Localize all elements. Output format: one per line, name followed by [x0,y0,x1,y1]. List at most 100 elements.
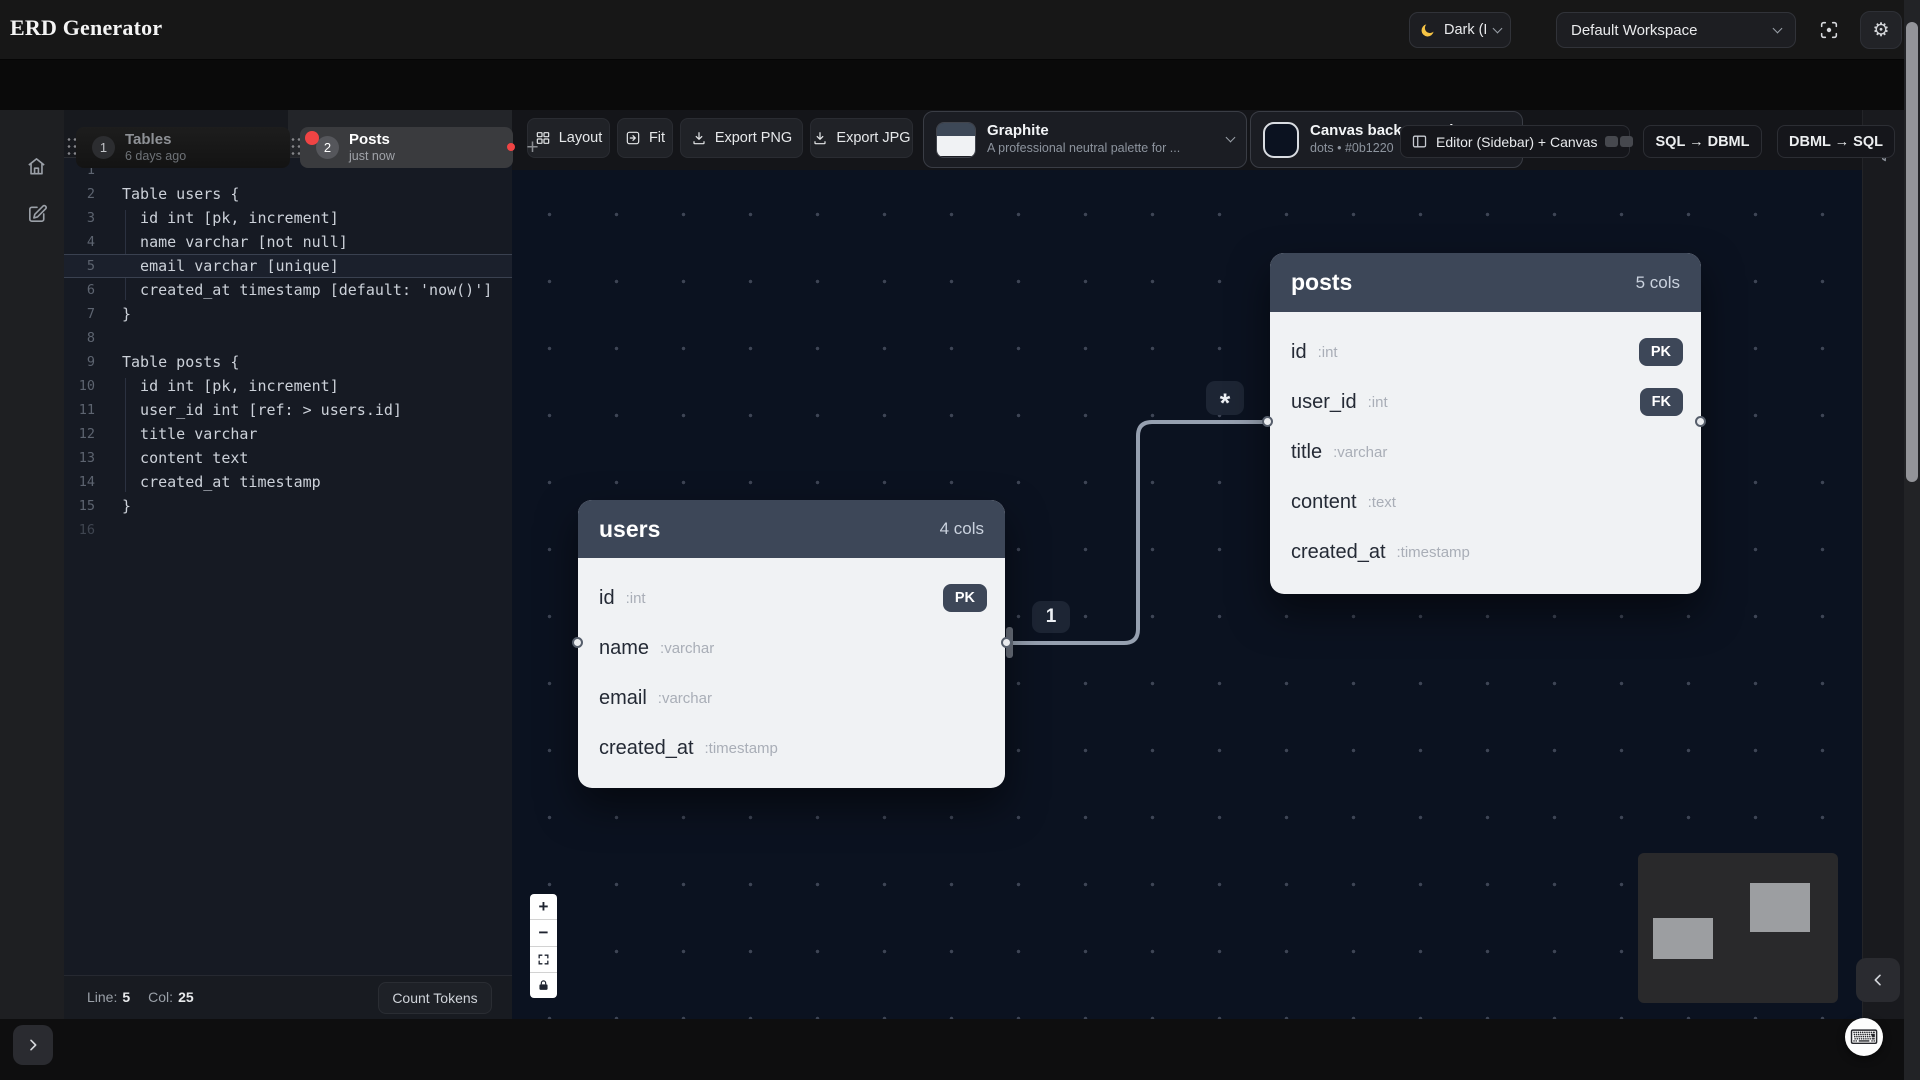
background-swatch-icon [1263,122,1299,158]
tab-subtitle: just now [349,149,395,164]
column-row[interactable]: created_at :timestamp [1270,527,1701,577]
dbml-to-sql-button[interactable]: DBML → SQL [1777,125,1895,158]
tab-posts-active[interactable]: 2 Posts just now [300,127,513,168]
theme-label: Dark (Reco [1444,22,1486,38]
table-node-posts[interactable]: posts 5 cols id :int PK user_id :int FK … [1270,253,1701,594]
panel-toggle[interactable] [1605,136,1633,147]
minimap-node-users [1653,918,1713,959]
connection-handle[interactable] [1262,416,1273,427]
editor-statusbar: Line:5 Col:25 Count Tokens [64,975,512,1019]
left-rail [0,60,64,1019]
palette-description: A professional neutral palette for ... [987,141,1216,157]
table-body: id :int PK name :varchar email :varchar … [578,558,1005,773]
document-tabstrip: 1 Tables 6 days ago 2 Posts just now + E… [0,60,1904,110]
column-row[interactable]: title :varchar [1270,427,1701,477]
code-line: 11 user_id int [ref: > users.id] [64,398,512,422]
download-icon [691,130,707,146]
new-tab-button[interactable]: + [518,133,547,162]
zoom-controls: + − [530,894,557,998]
dbml-code-editor[interactable]: 1 2Table users { 3 id int [pk, increment… [64,158,512,975]
code-line: 13 content text [64,446,512,470]
code-line: 6 created_at timestamp [default: 'now()'… [64,278,512,302]
chevron-down-icon [1493,23,1503,33]
home-icon[interactable] [24,154,49,179]
column-row[interactable]: content :text [1270,477,1701,527]
chevron-down-icon [1773,23,1783,33]
column-row[interactable]: created_at :timestamp [578,723,1005,773]
cardinality-one-label: 1 [1032,601,1070,633]
column-row[interactable]: email :varchar [578,673,1005,723]
code-line: 15} [64,494,512,518]
code-line: 14 created_at timestamp [64,470,512,494]
fit-arrow-icon [625,130,641,146]
palette-selector[interactable]: Graphite A professional neutral palette … [923,111,1247,168]
table-header[interactable]: users 4 cols [578,500,1005,558]
column-count: 5 cols [1636,273,1680,293]
chevron-down-icon [1226,133,1236,143]
fit-view-button[interactable] [530,947,557,973]
focus-mode-button[interactable] [1810,12,1848,48]
fit-view-button[interactable]: Fit [617,118,673,158]
download-icon [812,130,828,146]
count-tokens-button[interactable]: Count Tokens [378,982,492,1014]
settings-button[interactable]: ⚙ [1860,11,1902,49]
cardinality-many-label: * [1206,381,1244,415]
view-mode-selector[interactable]: Editor (Sidebar) + Canvas [1400,125,1630,158]
app-header: ERD Generator Dark (Reco Default Workspa… [0,0,1920,60]
code-line: 3 id int [pk, increment] [64,206,512,230]
pk-badge: PK [1639,338,1683,366]
scrollbar-thumb[interactable] [1906,22,1918,482]
table-body: id :int PK user_id :int FK title :varcha… [1270,312,1701,577]
connection-handle[interactable] [1001,637,1012,648]
edit-icon[interactable] [25,201,50,226]
keyboard-shortcuts-button[interactable]: ⌨ [1845,1018,1883,1056]
tab-badge: 1 [92,136,115,159]
table-name: users [599,516,940,543]
connection-handle[interactable] [572,637,583,648]
table-name: posts [1291,269,1636,296]
column-row[interactable]: id :int PK [578,573,1005,623]
moon-icon [1419,22,1436,39]
table-node-users[interactable]: users 4 cols id :int PK name :varchar em… [578,500,1005,788]
scan-focus-icon [1818,19,1840,41]
theme-selector[interactable]: Dark (Reco [1409,12,1511,48]
table-header[interactable]: posts 5 cols [1270,253,1701,312]
workspace-selector[interactable]: Default Workspace [1556,12,1796,48]
notification-dot [507,143,515,151]
connection-handle[interactable] [1695,416,1706,427]
vertical-scrollbar[interactable] [1904,0,1920,1080]
tab-subtitle: 6 days ago [125,149,186,164]
tab-tables[interactable]: 1 Tables 6 days ago [76,127,290,168]
workspace-label: Default Workspace [1571,22,1766,39]
code-line-active: 5 email varchar [unique] [64,254,512,278]
code-line: 9Table posts { [64,350,512,374]
fk-badge: FK [1640,388,1683,416]
code-line: 7} [64,302,512,326]
tab-title: Posts [349,131,395,149]
tab-badge: 2 [316,136,339,159]
bottom-strip [0,1019,1904,1080]
column-row[interactable]: name :varchar [578,623,1005,673]
minimap[interactable] [1638,853,1838,1003]
code-line: 10 id int [pk, increment] [64,374,512,398]
zoom-out-button[interactable]: − [530,920,557,946]
column-row[interactable]: id :int PK [1270,327,1701,377]
code-line: 12 title varchar [64,422,512,446]
sql-to-dbml-button[interactable]: SQL → DBML [1643,125,1762,158]
cursor-position: Line:5 Col:25 [87,989,194,1005]
expand-sidebar-button[interactable] [13,1025,53,1065]
collapse-panel-button[interactable] [1856,958,1900,1002]
column-count: 4 cols [940,519,984,539]
view-mode-label: Editor (Sidebar) + Canvas [1436,134,1597,150]
column-row[interactable]: user_id :int FK [1270,377,1701,427]
export-png-button[interactable]: Export PNG [680,118,803,158]
unsaved-dot [305,131,319,145]
code-line: 4 name varchar [not null] [64,230,512,254]
export-jpg-button[interactable]: Export JPG [810,118,913,158]
lock-button[interactable] [530,973,557,998]
code-line: 2Table users { [64,182,512,206]
app-logo: ERD Generator [10,15,162,41]
zoom-in-button[interactable]: + [530,894,557,920]
right-panel-strip [1862,110,1904,1019]
code-line: 8 [64,326,512,350]
